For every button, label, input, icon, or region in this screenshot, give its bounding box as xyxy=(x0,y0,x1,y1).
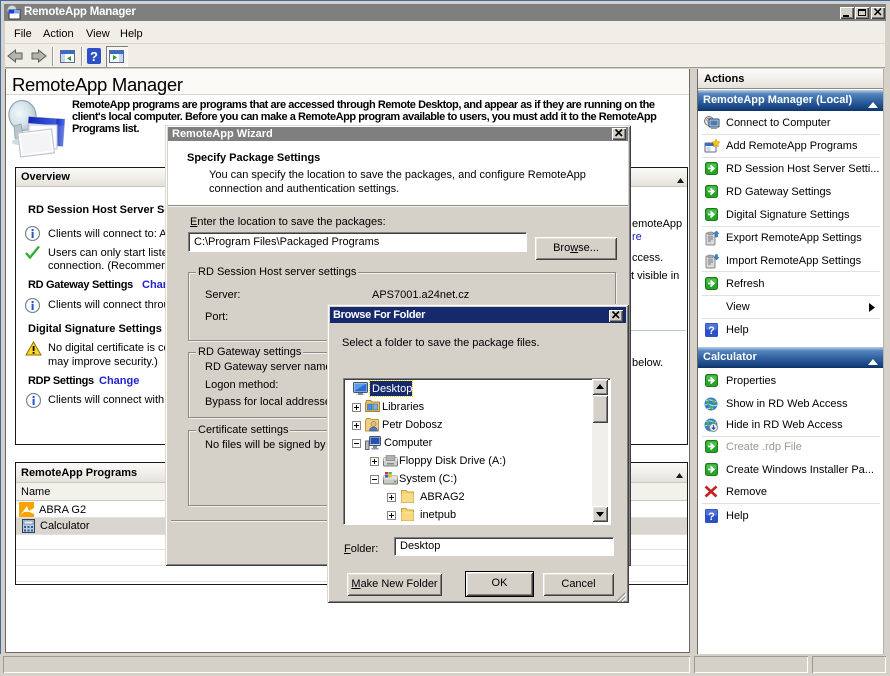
svg-text:?: ? xyxy=(708,325,715,337)
svg-text:?: ? xyxy=(90,49,98,64)
svg-text:?: ? xyxy=(708,511,715,523)
